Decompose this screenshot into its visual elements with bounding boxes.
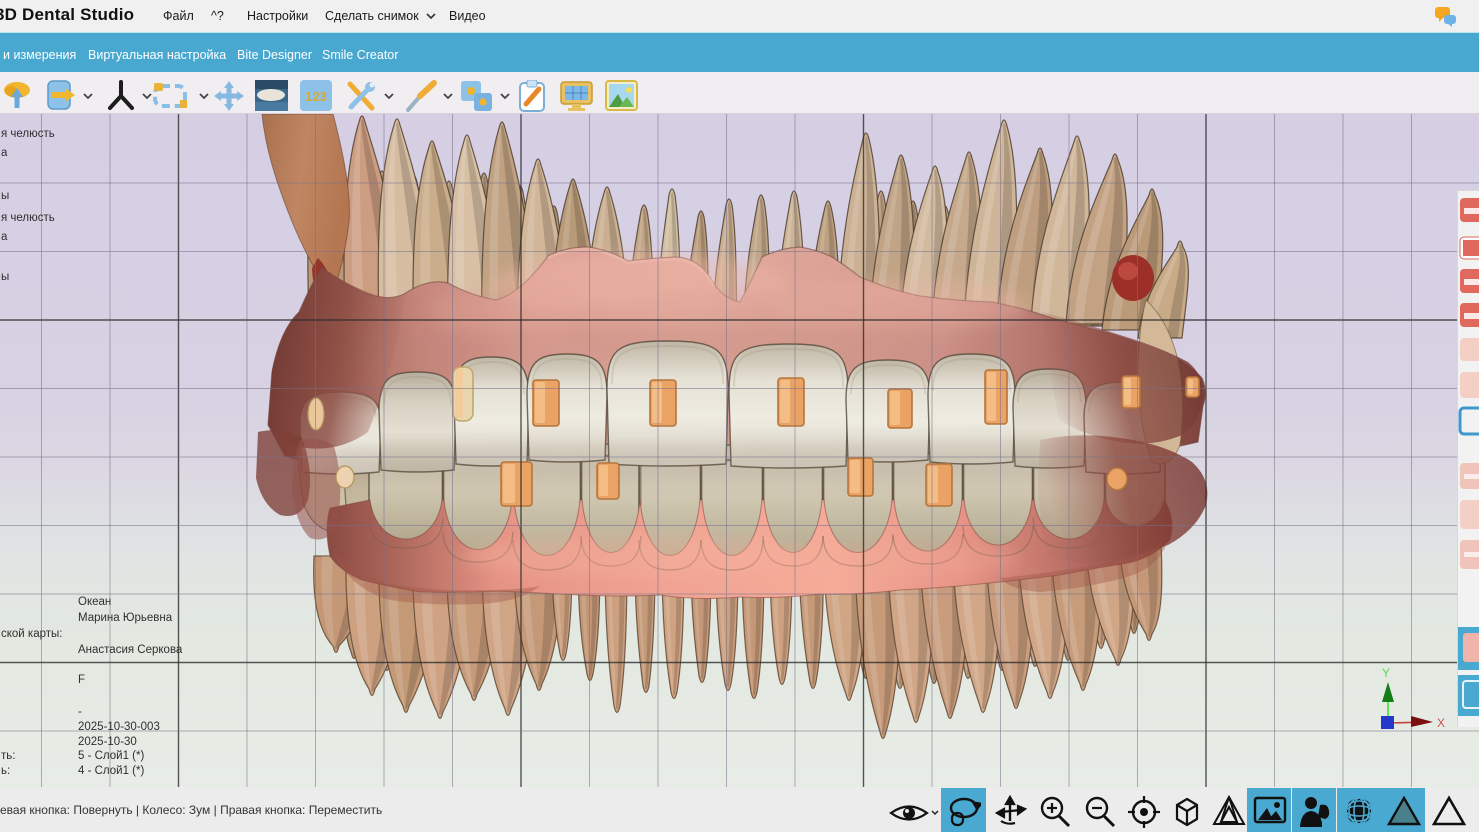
- svg-text:X: X: [1437, 716, 1445, 730]
- svg-text:Y: Y: [1382, 666, 1390, 680]
- svg-text:123: 123: [305, 89, 327, 104]
